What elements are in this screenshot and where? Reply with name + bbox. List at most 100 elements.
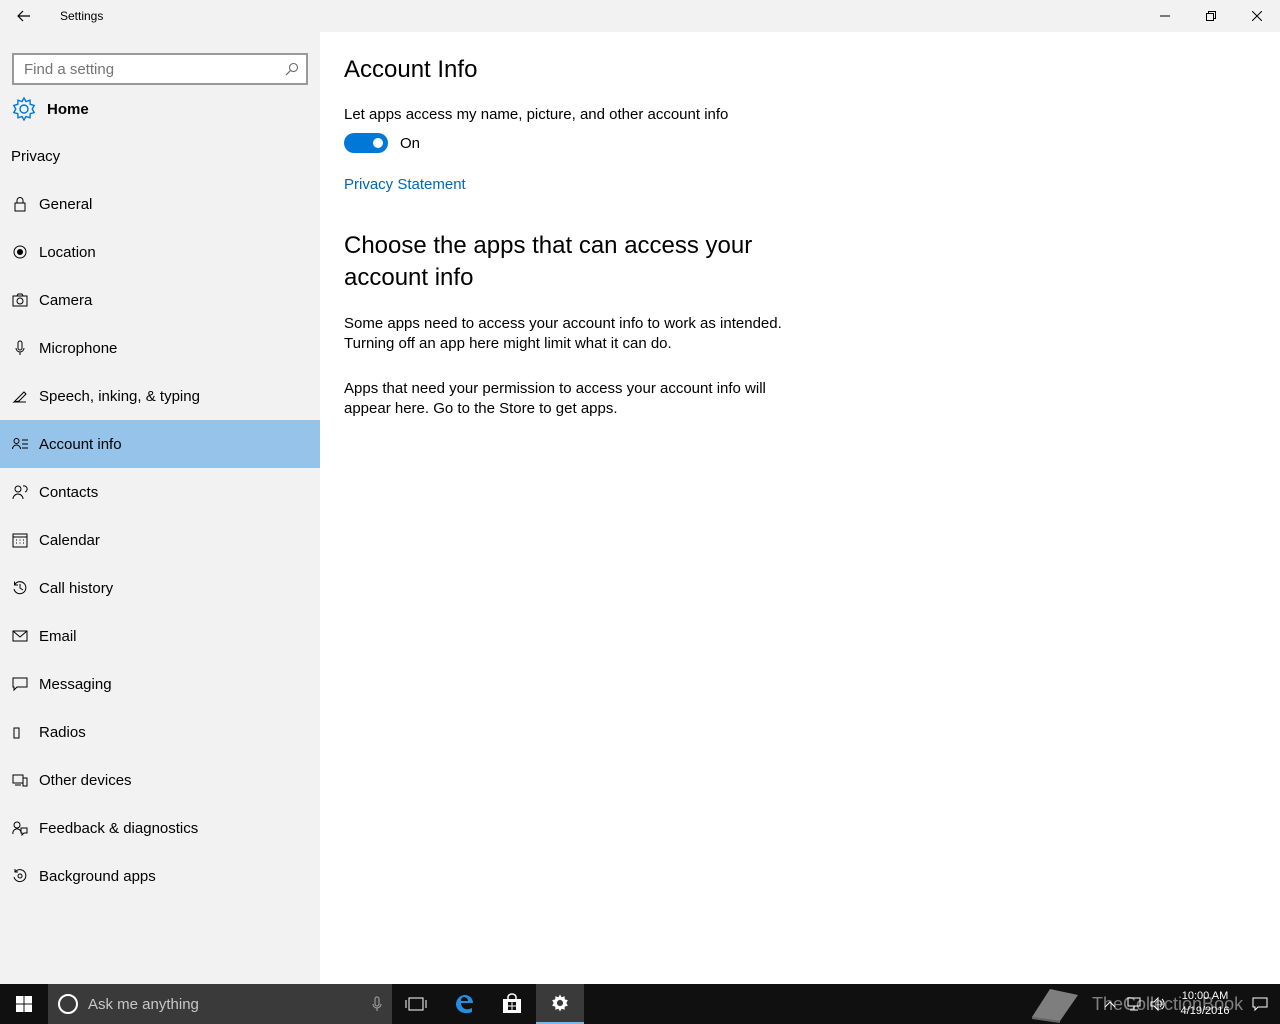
empty-state-paragraph: Apps that need your permission to access… [344,380,766,417]
sidebar-item-calendar[interactable]: Calendar [0,516,320,564]
minimize-button[interactable] [1142,0,1188,32]
sidebar-item-location[interactable]: Location [0,228,320,276]
book-icon [1032,989,1078,1023]
email-icon [12,628,28,644]
message-icon [12,676,28,692]
sidebar-item-email[interactable]: Email [0,612,320,660]
task-view-button[interactable] [392,984,440,1024]
contacts-icon [12,484,28,500]
back-arrow-icon [17,10,30,22]
search-input[interactable] [14,55,278,83]
sidebar-item-contacts[interactable]: Contacts [0,468,320,516]
sidebar-item-speech[interactable]: Speech, inking, & typing [0,372,320,420]
sidebar-item-microphone[interactable]: Microphone [0,324,320,372]
back-button[interactable] [0,0,48,32]
sidebar: Home Privacy General Location Camera Mic… [0,32,320,984]
account-info-icon [12,436,28,452]
toggle-row: On [344,133,420,153]
home-link[interactable]: Home [11,94,89,124]
feedback-icon [12,820,28,836]
task-view-icon [405,997,427,1011]
page-title: Account Info [344,56,478,83]
cortana-icon [58,994,78,1014]
sidebar-item-label: Location [39,243,96,261]
gear-icon [552,994,568,1012]
clock[interactable]: 10:00 AM 4/19/2016 [1170,989,1240,1019]
sidebar-item-general[interactable]: General [0,180,320,228]
gear-icon [12,96,36,122]
window-controls [1142,0,1280,32]
clock-time: 10:00 AM [1181,990,1229,1002]
devices-icon [12,772,28,788]
history-icon [12,580,28,596]
edge-browser-button[interactable] [440,984,488,1024]
sidebar-item-label: Other devices [39,771,132,789]
location-icon [12,244,28,260]
toggle-knob [373,138,383,148]
section-title: Choose the apps that can access your acc… [344,232,753,291]
start-button[interactable] [0,984,48,1024]
home-label: Home [47,100,89,118]
account-info-toggle[interactable] [344,133,388,153]
minimize-icon [1160,15,1170,17]
title-bar: Settings [0,0,1280,32]
privacy-nav: General Location Camera Microphone Speec… [0,180,320,900]
speech-icon [12,388,28,404]
restore-icon [1206,11,1216,21]
system-tray: 10:00 AM 4/19/2016 [1098,984,1280,1024]
camera-icon [12,292,28,308]
calendar-icon [12,532,28,548]
sidebar-item-other-devices[interactable]: Other devices [0,756,320,804]
cortana-search[interactable]: Ask me anything [48,984,392,1024]
cortana-placeholder: Ask me anything [88,995,199,1013]
privacy-statement-link[interactable]: Privacy Statement [344,176,466,193]
section-label: Privacy [11,148,61,165]
description-paragraph: Some apps need to access your account in… [344,315,782,352]
sidebar-item-messaging[interactable]: Messaging [0,660,320,708]
windows-logo-icon [16,996,32,1012]
sidebar-item-label: Camera [39,291,93,309]
sidebar-item-call-history[interactable]: Call history [0,564,320,612]
toggle-state-label: On [400,134,421,152]
chevron-up-icon[interactable] [1098,1000,1122,1008]
close-icon [1252,11,1262,21]
sidebar-item-label: Feedback & diagnostics [39,819,199,837]
radio-icon [12,724,28,740]
sidebar-item-account-info[interactable]: Account info [0,420,320,468]
sidebar-item-label: General [39,195,93,213]
sidebar-item-label: Messaging [39,675,112,693]
clock-date: 4/19/2016 [1180,1005,1230,1017]
sidebar-item-label: Background apps [39,867,156,885]
sidebar-item-label: Speech, inking, & typing [39,387,200,405]
volume-icon[interactable] [1146,996,1170,1012]
sidebar-item-label: Calendar [39,531,100,549]
restore-button[interactable] [1188,0,1234,32]
store-icon [503,993,521,1013]
sidebar-item-label: Radios [39,723,86,741]
sidebar-item-label: Email [39,627,77,645]
sidebar-item-label: Microphone [39,339,118,357]
network-icon[interactable] [1122,996,1146,1012]
action-center-button[interactable] [1240,996,1280,1012]
close-button[interactable] [1234,0,1280,32]
store-button[interactable] [488,984,536,1024]
sidebar-item-radios[interactable]: Radios [0,708,320,756]
microphone-icon [12,340,28,356]
taskbar: Ask me anything TheCollectionBook 10:00 … [0,984,1280,1024]
sidebar-item-label: Account info [39,435,122,453]
settings-app-button[interactable] [536,984,584,1024]
sidebar-item-camera[interactable]: Camera [0,276,320,324]
notification-icon [1252,997,1268,1012]
background-apps-icon [12,868,28,884]
search-box[interactable] [12,53,308,85]
sidebar-item-feedback[interactable]: Feedback & diagnostics [0,804,320,852]
sidebar-item-label: Call history [39,579,114,597]
search-icon[interactable] [278,62,306,76]
sidebar-item-background-apps[interactable]: Background apps [0,852,320,900]
toggle-description: Let apps access my name, picture, and ot… [344,106,729,123]
lock-icon [12,196,28,212]
window-title: Settings [60,9,104,23]
edge-icon [456,995,473,1014]
microphone-icon[interactable] [362,996,392,1012]
sidebar-item-label: Contacts [39,483,99,501]
